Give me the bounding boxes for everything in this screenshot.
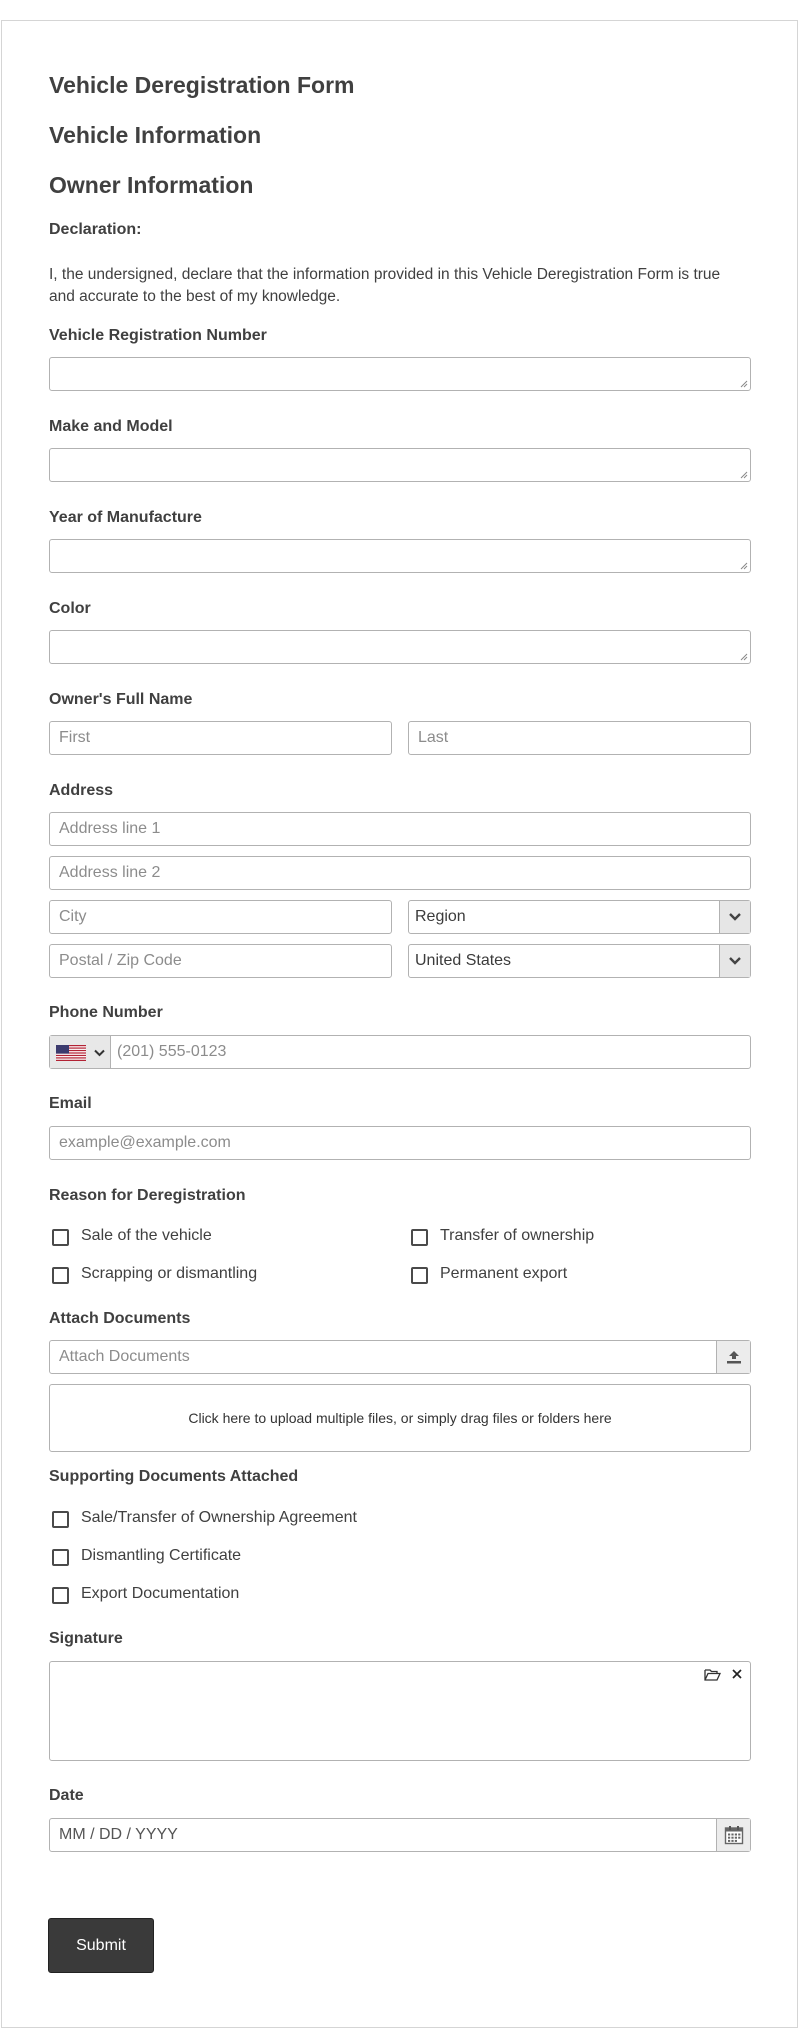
region-value: Region	[415, 908, 466, 925]
close-icon[interactable]	[731, 1668, 743, 1680]
attach-documents-input[interactable]: Attach Documents	[49, 1340, 751, 1374]
section-vehicle-heading: Vehicle Information	[49, 122, 262, 148]
address-line2-input[interactable]: Address line 2	[49, 856, 751, 890]
phone-label: Phone Number	[49, 1004, 163, 1021]
email-placeholder: example@example.com	[59, 1134, 231, 1151]
phone-input[interactable]: (201) 555-0123	[49, 1035, 751, 1069]
postal-code-input[interactable]: Postal / Zip Code	[49, 944, 392, 978]
resize-grip-icon[interactable]	[740, 471, 748, 479]
postal-code-placeholder: Postal / Zip Code	[59, 952, 182, 969]
city-placeholder: City	[59, 908, 87, 925]
email-label: Email	[49, 1095, 92, 1112]
reason-label: Reason for Deregistration	[49, 1187, 246, 1204]
chevron-down-icon	[94, 1049, 105, 1057]
supporting-option-export: Export Documentation	[81, 1585, 240, 1602]
country-code-picker[interactable]	[50, 1036, 111, 1068]
supporting-option-agreement: Sale/Transfer of Ownership Agreement	[81, 1509, 357, 1526]
reason-checkbox-export[interactable]	[411, 1267, 428, 1284]
supporting-checkbox-agreement[interactable]	[52, 1511, 69, 1528]
first-name-placeholder: First	[59, 729, 91, 746]
supporting-option-dismantling: Dismantling Certificate	[81, 1547, 242, 1564]
signature-pad[interactable]	[49, 1661, 751, 1761]
address-line1-placeholder: Address line 1	[59, 820, 161, 837]
attach-documents-placeholder: Attach Documents	[59, 1348, 190, 1365]
supporting-checkbox-export[interactable]	[52, 1587, 69, 1604]
section-owner-heading: Owner Information	[49, 172, 254, 198]
email-input[interactable]: example@example.com	[49, 1126, 751, 1160]
resize-grip-icon[interactable]	[740, 380, 748, 388]
make-model-field[interactable]	[49, 448, 751, 482]
first-name-input[interactable]: First	[49, 721, 392, 755]
reason-checkbox-transfer[interactable]	[411, 1229, 428, 1246]
reason-option-scrapping: Scrapping or dismantling	[81, 1265, 258, 1282]
signature-label: Signature	[49, 1630, 123, 1647]
last-name-placeholder: Last	[418, 729, 449, 746]
supporting-checkbox-dismantling[interactable]	[52, 1549, 69, 1566]
form-title: Vehicle Deregistration Form	[49, 72, 355, 98]
reason-checkbox-scrapping[interactable]	[52, 1267, 69, 1284]
reason-option-export: Permanent export	[440, 1265, 568, 1282]
phone-placeholder: (201) 555-0123	[117, 1043, 227, 1060]
declaration-text: I, the undersigned, declare that the inf…	[49, 266, 721, 305]
attach-documents-label: Attach Documents	[49, 1310, 191, 1327]
color-label: Color	[49, 600, 91, 617]
file-dropzone[interactable]: Click here to upload multiple files, or …	[49, 1384, 751, 1452]
date-placeholder: MM / DD / YYYY	[59, 1826, 178, 1843]
us-flag-icon	[56, 1045, 86, 1061]
submit-button[interactable]: Submit	[48, 1918, 154, 1973]
reason-option-transfer: Transfer of ownership	[440, 1227, 595, 1244]
resize-grip-icon[interactable]	[740, 562, 748, 570]
region-select[interactable]: Region	[408, 900, 751, 934]
year-field[interactable]	[49, 539, 751, 573]
registration-field[interactable]	[49, 357, 751, 391]
date-input[interactable]: MM / DD / YYYY	[49, 1818, 751, 1852]
resize-grip-icon[interactable]	[740, 653, 748, 661]
upload-icon[interactable]	[716, 1341, 750, 1373]
make-model-label: Make and Model	[49, 418, 173, 435]
date-label: Date	[49, 1787, 84, 1804]
declaration-label: Declaration:	[49, 221, 142, 238]
owner-name-label: Owner's Full Name	[49, 691, 193, 708]
reason-checkbox-sale[interactable]	[52, 1229, 69, 1246]
calendar-icon[interactable]	[716, 1819, 750, 1851]
chevron-down-icon[interactable]	[719, 901, 750, 933]
year-label: Year of Manufacture	[49, 509, 202, 526]
registration-label: Vehicle Registration Number	[49, 327, 267, 344]
country-select[interactable]: United States	[408, 944, 751, 978]
last-name-input[interactable]: Last	[408, 721, 751, 755]
address-line2-placeholder: Address line 2	[59, 864, 161, 881]
supporting-documents-label: Supporting Documents Attached	[49, 1468, 299, 1485]
country-value: United States	[415, 952, 512, 969]
address-label: Address	[49, 782, 114, 799]
address-line1-input[interactable]: Address line 1	[49, 812, 751, 846]
open-folder-icon[interactable]	[704, 1668, 721, 1682]
city-input[interactable]: City	[49, 900, 392, 934]
chevron-down-icon[interactable]	[719, 945, 750, 977]
reason-option-sale: Sale of the vehicle	[81, 1227, 212, 1244]
color-field[interactable]	[49, 630, 751, 664]
